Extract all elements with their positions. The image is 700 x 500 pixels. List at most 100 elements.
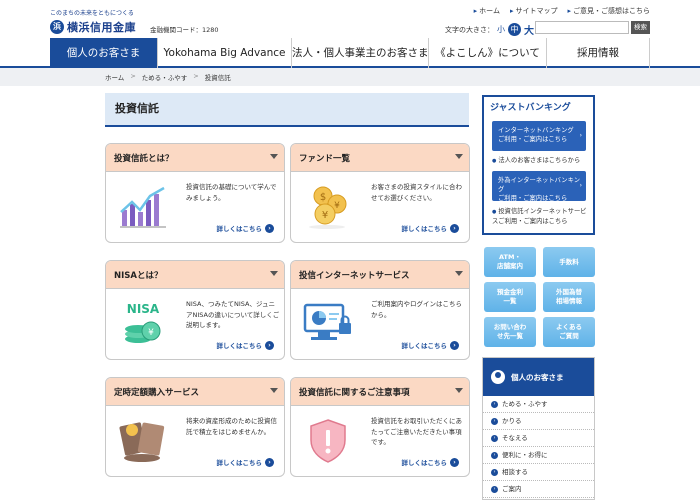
- svg-text:¥: ¥: [334, 201, 340, 211]
- card-internet-service[interactable]: 投信インターネットサービス ご利用案内やログインはこちらから。 詳しくはこちら ›: [290, 260, 470, 360]
- deposit-rates-button[interactable]: 預金金利 一覧: [484, 282, 536, 312]
- menu-item-borrow[interactable]: › かりる: [483, 413, 594, 430]
- menu-item-prepare[interactable]: › そなえる: [483, 430, 594, 447]
- internet-banking-button[interactable]: インターネットバンキング ご利用・ご案内はこちら ›: [492, 121, 586, 151]
- button-line: ご利用・ご案内はこちら: [498, 195, 568, 202]
- details-link[interactable]: 詳しくはこちら ›: [217, 223, 274, 233]
- card-title: 投資信託に関するご注意事項: [299, 387, 410, 398]
- arrow-right-icon: ›: [450, 340, 459, 350]
- personal-customers-header: 個人のお客さま: [483, 358, 594, 396]
- menu-item-guide[interactable]: › ご案内: [483, 481, 594, 498]
- details-link-label: 詳しくはこちら: [401, 225, 448, 233]
- card-caution[interactable]: 投資信託に関するご注意事項 投資信託をお取引いただくにあたってご注意いただきたい…: [290, 377, 470, 477]
- card-nisa[interactable]: NISAとは？ NISA ¥ NISA、つみたてNISA、ジュニアNISAの違い…: [105, 260, 285, 360]
- growth-chart-icon: [120, 186, 166, 228]
- sitemap-link[interactable]: サイトマップ: [510, 6, 557, 16]
- details-link[interactable]: 詳しくはこちら ›: [217, 457, 274, 467]
- button-line: ご利用・ご案内はこちら: [498, 136, 568, 143]
- feedback-link[interactable]: ご意見・ご感想はこちら: [567, 6, 650, 16]
- menu-item-consult[interactable]: › 相談する: [483, 464, 594, 481]
- nisa-coins-icon: NISA ¥: [125, 302, 161, 343]
- contact-list-button[interactable]: お問い合わ せ先一覧: [484, 317, 536, 347]
- search-button[interactable]: 検索: [631, 21, 650, 34]
- font-size-switcher: 文字の大きさ： 小 中 大: [445, 22, 534, 37]
- chevron-down-icon: [270, 271, 278, 276]
- search-input[interactable]: [535, 21, 629, 34]
- coins-icon: $ ¥ ¥: [309, 186, 347, 229]
- svg-text:¥: ¥: [322, 210, 328, 221]
- button-line: 一覧: [503, 297, 517, 305]
- card-fund-list[interactable]: ファンド一覧 $ ¥ ¥ お客さまの投資スタイルに合わせてお選びください。 詳し…: [290, 143, 470, 243]
- corporate-link[interactable]: 法人のお客さまはこちらから: [492, 156, 580, 166]
- arrow-right-icon: ›: [265, 457, 274, 467]
- card-what-is-fund[interactable]: 投資信託とは？ 投資信託の基礎について学んでみましょう。 詳しくはこちら ›: [105, 143, 285, 243]
- arrow-right-icon: ›: [491, 434, 498, 442]
- button-line: お問い合わ: [493, 323, 527, 331]
- card-title: 投信インターネットサービス: [299, 270, 410, 281]
- chevron-down-icon: [455, 271, 463, 276]
- atm-branch-button[interactable]: ATM・ 店舗案内: [484, 247, 536, 277]
- card-description: ご利用案内やログインはこちらから。: [371, 300, 462, 319]
- details-link-label: 詳しくはこちら: [401, 342, 448, 350]
- personal-customers-panel: 個人のお客さま › ためる・ふやす › かりる › そなえる › 便利に・お得に › 相談…: [482, 357, 595, 500]
- nisa-logo-text: NISA: [127, 302, 160, 316]
- home-link[interactable]: ホーム: [474, 6, 500, 16]
- arrow-right-icon: ›: [491, 451, 498, 459]
- button-line: ご質問: [559, 332, 579, 340]
- details-link[interactable]: 詳しくはこちら ›: [401, 457, 459, 467]
- details-link-label: 詳しくはこちら: [216, 342, 263, 350]
- page-title-bar: 投資信託: [105, 93, 469, 127]
- logo[interactable]: このまちの未来をともにつくる 浜 横浜信用金庫: [50, 8, 150, 35]
- font-mid-button[interactable]: 中: [508, 23, 521, 36]
- card-regular-purchase[interactable]: 定時定額購入サービス 将来の資産形成のために投資信託で積立をはじめませんか。 詳…: [105, 377, 285, 477]
- svg-text:¥: ¥: [148, 328, 154, 338]
- nav-yokohama-big-advance[interactable]: Yokohama Big Advance: [157, 38, 291, 68]
- button-line: 外為インターネットバンキング: [498, 177, 580, 193]
- forex-rates-button[interactable]: 外国為替 相場情報: [543, 282, 595, 312]
- card-title: ファンド一覧: [299, 153, 351, 164]
- breadcrumb-separator: >: [193, 72, 199, 80]
- menu-item-label: 相談する: [502, 467, 528, 476]
- fees-button[interactable]: 手数料: [543, 247, 595, 277]
- money-hand-icon: [119, 422, 165, 462]
- card-description: 将来の資産形成のために投資信託で積立をはじめませんか。: [186, 417, 277, 436]
- tagline: このまちの未来をともにつくる: [50, 10, 134, 17]
- details-link-label: 詳しくはこちら: [401, 459, 448, 467]
- button-line: せ先一覧: [497, 332, 523, 340]
- nav-about[interactable]: 《よこしん》について: [428, 38, 546, 68]
- nav-recruit[interactable]: 採用情報: [546, 38, 650, 68]
- forex-internet-banking-button[interactable]: 外為インターネットバンキング ご利用・ご案内はこちら ›: [492, 171, 586, 202]
- details-link[interactable]: 詳しくはこちら ›: [401, 340, 459, 350]
- button-line: 預金金利: [497, 288, 523, 296]
- arrow-right-icon: ›: [491, 417, 498, 425]
- details-link[interactable]: 詳しくはこちら ›: [401, 223, 459, 233]
- faq-button[interactable]: よくある ご質問: [543, 317, 595, 347]
- logo-mark-icon: 浜: [50, 20, 64, 34]
- font-large-button[interactable]: 大: [524, 22, 534, 37]
- chevron-down-icon: [455, 154, 463, 159]
- chevron-right-icon: ›: [579, 132, 582, 139]
- menu-item-label: ご案内: [502, 484, 522, 493]
- menu-item-save[interactable]: › ためる・ふやす: [483, 396, 594, 413]
- logo-name: 横浜信用金庫: [67, 21, 136, 34]
- breadcrumb-save[interactable]: ためる・ふやす: [142, 72, 188, 82]
- svg-text:$: $: [320, 192, 326, 203]
- chevron-down-icon: [455, 388, 463, 393]
- details-link[interactable]: 詳しくはこちら ›: [216, 340, 274, 350]
- menu-item-label: 便利に・お得に: [502, 450, 548, 459]
- utility-links: ホーム サイトマップ ご意見・ご感想はこちら: [474, 6, 650, 16]
- breadcrumb-current: 投資信託: [204, 74, 231, 82]
- menu-item-convenient[interactable]: › 便利に・お得に: [483, 447, 594, 464]
- just-banking-panel: ジャストバンキング インターネットバンキング ご利用・ご案内はこちら › 法人の…: [482, 95, 595, 235]
- nav-personal[interactable]: 個人のお客さま: [50, 38, 157, 68]
- button-line: インターネットバンキング: [498, 127, 574, 134]
- nav-corporate[interactable]: 法人・個人事業主のお客さま: [291, 38, 429, 68]
- button-line: 店舗案内: [497, 262, 523, 270]
- font-size-label: 文字の大きさ：: [445, 25, 494, 34]
- chevron-right-icon: ›: [579, 182, 582, 189]
- fund-internet-service-link[interactable]: 投資信託インターネットサービスご利用・ご案内はこちら: [492, 207, 592, 226]
- breadcrumb-home[interactable]: ホーム: [105, 72, 124, 82]
- site-header: このまちの未来をともにつくる 浜 横浜信用金庫 金融機関コード：1280 ホーム…: [0, 0, 700, 38]
- font-small-button[interactable]: 小: [497, 24, 505, 35]
- personal-customers-title: 個人のお客さま: [511, 372, 564, 382]
